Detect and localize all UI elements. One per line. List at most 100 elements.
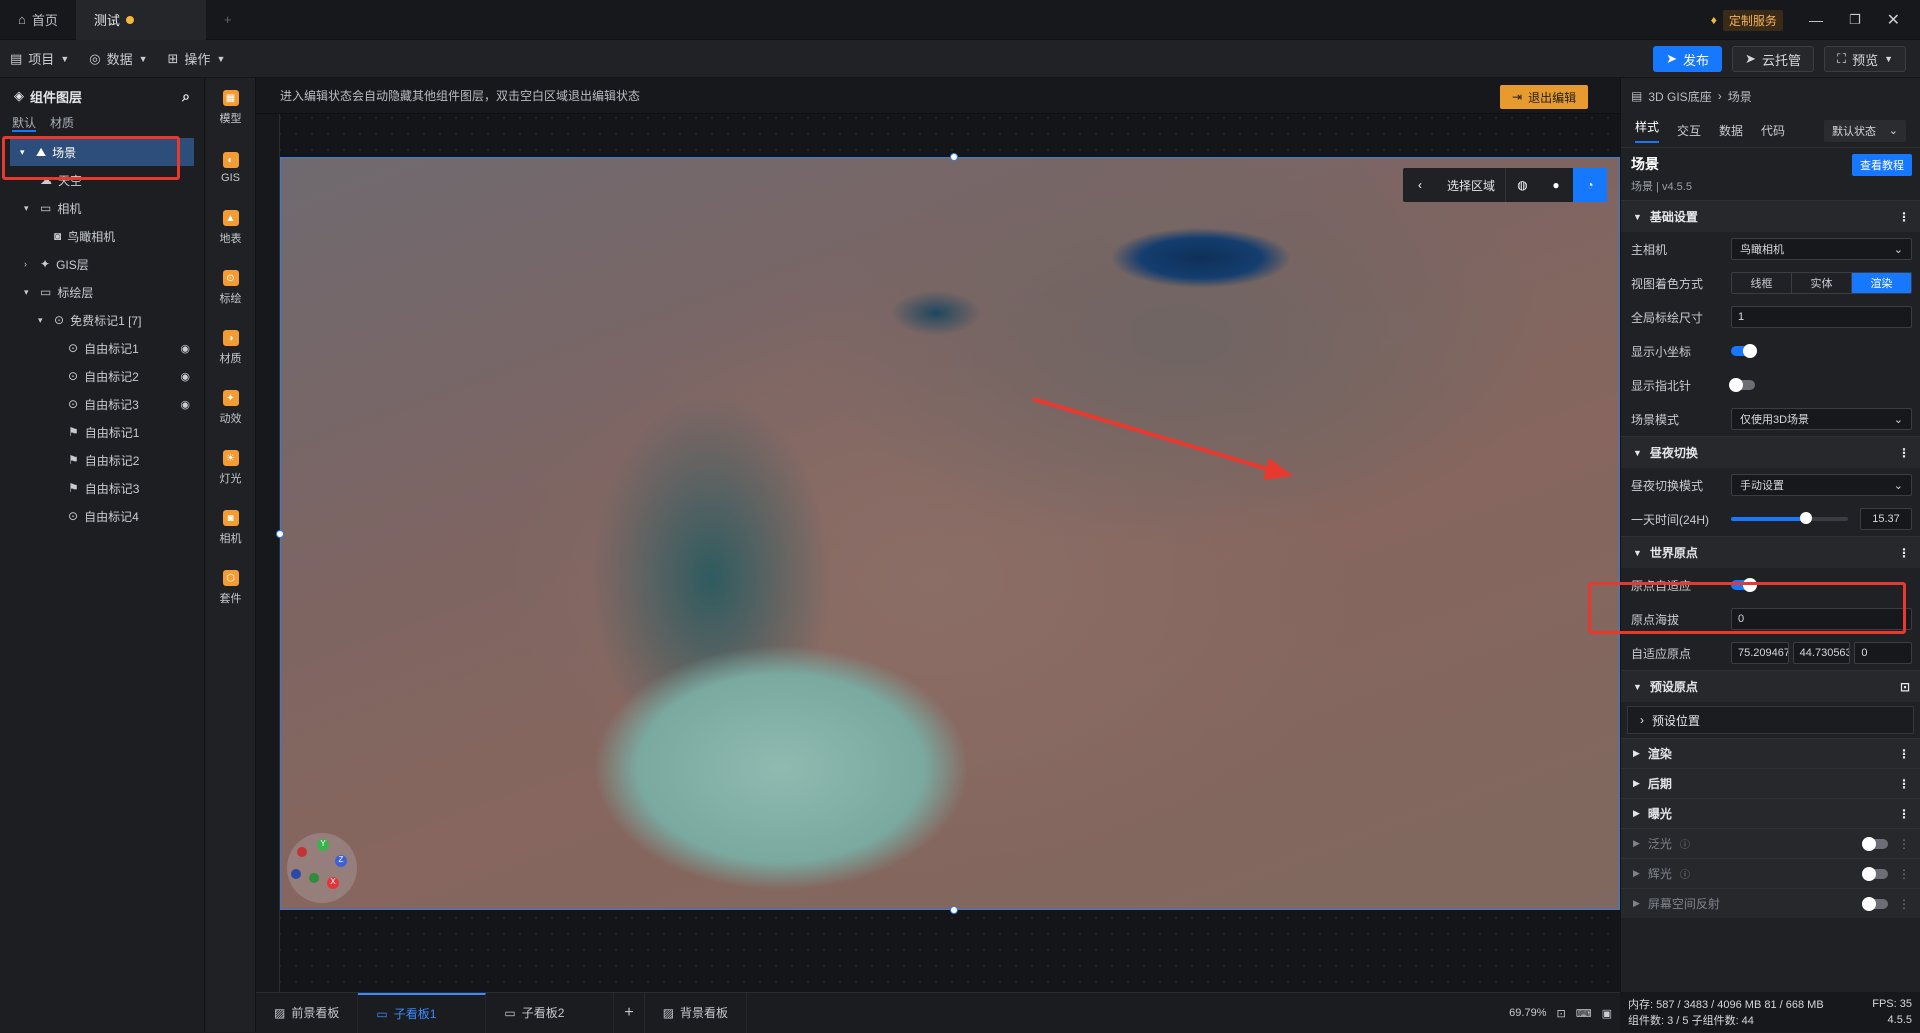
publish-button[interactable]: ➤ 发布 bbox=[1653, 46, 1723, 72]
layer-tab-material[interactable]: 材质 bbox=[50, 114, 74, 138]
layer-tab-default[interactable]: 默认 bbox=[12, 114, 37, 132]
effect-toggle-row[interactable]: ▶ 屏幕空间反射 ⋮ bbox=[1621, 888, 1920, 918]
eye-icon[interactable]: ◉ bbox=[180, 342, 190, 355]
shading-render[interactable]: 渲染 bbox=[1852, 273, 1911, 293]
exit-edit-button[interactable]: ⇥ 退出编辑 bbox=[1500, 85, 1589, 109]
effect-toggle-row[interactable]: ▶ 泛光 ⓘ ⋮ bbox=[1621, 828, 1920, 858]
fit-icon[interactable]: ⊡ bbox=[1556, 1007, 1565, 1020]
tab-code[interactable]: 代码 bbox=[1761, 122, 1785, 139]
tree-item[interactable]: ▾ ⊙ 免费标记1 [7] bbox=[0, 306, 204, 334]
tab-foreground-board[interactable]: ▨ 前景看板 bbox=[256, 992, 359, 1033]
adaptive-origin-alt[interactable]: 0 bbox=[1854, 642, 1913, 664]
tree-item[interactable]: ▾ ▭ 相机 bbox=[0, 194, 204, 222]
collapsed-section[interactable]: ▶ 渲染 ⋮ bbox=[1621, 738, 1920, 768]
tree-item[interactable]: ⊙ 自由标记3 ◉ bbox=[0, 390, 204, 418]
day-time-slider[interactable] bbox=[1731, 512, 1848, 524]
tree-item[interactable]: › ✦ GIS层 bbox=[0, 250, 204, 278]
menu-project[interactable]: ▤ 项目 ▼ bbox=[0, 40, 79, 78]
menu-operation[interactable]: ⊞ 操作 ▼ bbox=[158, 40, 236, 78]
marker-size-input[interactable]: 1 bbox=[1731, 306, 1912, 328]
day-time-slider-knob[interactable] bbox=[1799, 512, 1812, 524]
minimize-icon[interactable]: — bbox=[1809, 12, 1823, 28]
tab-sub-board-2[interactable]: ▭ 子看板2 bbox=[486, 992, 615, 1033]
shading-wireframe[interactable]: 线框 bbox=[1732, 273, 1792, 293]
tree-item[interactable]: ▾ ▭ 标绘层 bbox=[0, 278, 204, 306]
add-board-button[interactable]: + bbox=[614, 992, 645, 1033]
component-button[interactable]: ☀ 灯光 bbox=[206, 438, 255, 498]
day-time-input[interactable]: 15.37 bbox=[1860, 508, 1912, 530]
tree-item[interactable]: ⚑ 自由标记3 bbox=[0, 474, 204, 502]
add-tab-button[interactable]: + bbox=[206, 0, 250, 40]
more-icon[interactable]: ⋮ bbox=[1898, 446, 1910, 460]
preview-button[interactable]: ⛶ 预览 ▼ bbox=[1823, 46, 1906, 72]
more-icon[interactable]: ⋮ bbox=[1898, 747, 1910, 761]
resize-handle-bottom[interactable] bbox=[950, 906, 958, 914]
breadcrumb-parent[interactable]: 3D GIS底座 bbox=[1648, 88, 1711, 105]
restore-icon[interactable]: ❐ bbox=[1849, 12, 1861, 28]
tab-sub-board-1[interactable]: ▭ 子看板1 bbox=[358, 992, 487, 1033]
expand-arrow-icon[interactable]: ▾ bbox=[24, 203, 34, 214]
more-icon[interactable]: ⋮ bbox=[1898, 777, 1910, 791]
tree-item[interactable]: ⊙ 自由标记2 ◉ bbox=[0, 362, 204, 390]
shading-solid[interactable]: 实体 bbox=[1792, 273, 1852, 293]
tree-item[interactable]: ⚑ 自由标记2 bbox=[0, 446, 204, 474]
section-preset-origin[interactable]: ▼ 预设原点 ⊡ bbox=[1621, 670, 1920, 702]
more-icon[interactable]: ⋮ bbox=[1898, 867, 1910, 881]
3d-scene-viewport[interactable]: ‹ 选择区域 ◍ ● ◔ Y Z X bbox=[280, 157, 1620, 910]
more-icon[interactable]: ⋮ bbox=[1898, 546, 1910, 560]
section-basic[interactable]: ▼ 基础设置 ⋮ bbox=[1621, 200, 1920, 232]
component-button[interactable]: ⊙ 标绘 bbox=[206, 258, 255, 318]
section-daynight[interactable]: ▼ 昼夜切换 ⋮ bbox=[1621, 436, 1920, 468]
component-button[interactable]: ◙ 相机 bbox=[206, 498, 255, 558]
tab-background-board[interactable]: ▨ 背景看板 bbox=[645, 992, 748, 1033]
show-compass-toggle[interactable] bbox=[1729, 378, 1755, 392]
adaptive-origin-lon[interactable]: 75.209467 bbox=[1731, 642, 1789, 664]
eye-icon[interactable]: ◉ bbox=[180, 398, 190, 411]
daynight-mode-select[interactable]: 手动设置 ⌄ bbox=[1731, 474, 1912, 496]
custom-service-button[interactable]: ♦ 定制服务 bbox=[1711, 9, 1783, 31]
component-button[interactable]: ▦ 模型 bbox=[206, 78, 255, 138]
collapsed-section[interactable]: ▶ 曝光 ⋮ bbox=[1621, 798, 1920, 828]
tab-style[interactable]: 样式 bbox=[1635, 118, 1660, 143]
expand-arrow-icon[interactable]: ▾ bbox=[38, 315, 48, 326]
scene-mode-select[interactable]: 仅使用3D场景 ⌄ bbox=[1731, 408, 1912, 430]
component-button[interactable]: ▲ 地表 bbox=[206, 198, 255, 258]
tab-data[interactable]: 数据 bbox=[1719, 122, 1743, 139]
search-icon[interactable]: ⌕ bbox=[182, 88, 190, 105]
eye-icon[interactable]: ◉ bbox=[180, 370, 190, 383]
tab-interaction[interactable]: 交互 bbox=[1677, 122, 1701, 139]
effect-toggle[interactable] bbox=[1862, 836, 1888, 851]
state-select[interactable]: 默认状态 ⌄ bbox=[1824, 119, 1906, 142]
main-camera-select[interactable]: 鸟瞰相机 ⌄ bbox=[1731, 238, 1912, 260]
more-icon[interactable]: ⋮ bbox=[1898, 837, 1910, 851]
tree-item[interactable]: ⚑ 自由标记1 bbox=[0, 418, 204, 446]
resize-handle-left[interactable] bbox=[276, 530, 284, 538]
view-tutorial-button[interactable]: 查看教程 bbox=[1852, 154, 1912, 176]
effect-toggle[interactable] bbox=[1862, 896, 1888, 911]
section-world-origin[interactable]: ▼ 世界原点 ⋮ bbox=[1621, 536, 1920, 568]
zoom-level[interactable]: 69.79% bbox=[1509, 1007, 1546, 1019]
expand-arrow-icon[interactable]: ▾ bbox=[24, 287, 34, 298]
preset-position-item[interactable]: › 预设位置 bbox=[1627, 706, 1914, 734]
tree-item[interactable]: ◙ 鸟瞰相机 bbox=[0, 222, 204, 250]
more-icon[interactable]: ⋮ bbox=[1898, 210, 1910, 224]
adaptive-origin-lat[interactable]: 44.730563 bbox=[1792, 642, 1851, 664]
component-button[interactable]: ⬡ 套件 bbox=[206, 558, 255, 618]
close-icon[interactable]: ✕ bbox=[1887, 10, 1900, 30]
more-icon[interactable]: ⋮ bbox=[1898, 897, 1910, 911]
tab-home[interactable]: ⌂ 首页 bbox=[0, 0, 76, 40]
component-button[interactable]: ◐ GIS bbox=[206, 138, 255, 198]
keyboard-icon[interactable]: ⌨ bbox=[1576, 1007, 1592, 1020]
effect-toggle-row[interactable]: ▶ 辉光 ⓘ ⋮ bbox=[1621, 858, 1920, 888]
effect-toggle[interactable] bbox=[1862, 866, 1888, 881]
component-button[interactable]: ✦ 动效 bbox=[206, 378, 255, 438]
expand-arrow-icon[interactable]: › bbox=[24, 259, 34, 269]
component-button[interactable]: ◑ 材质 bbox=[206, 318, 255, 378]
tree-item[interactable]: ⊙ 自由标记4 bbox=[0, 502, 204, 530]
tree-item[interactable]: ⊙ 自由标记1 ◉ bbox=[0, 334, 204, 362]
more-icon[interactable]: ⋮ bbox=[1898, 807, 1910, 821]
show-axes-toggle[interactable] bbox=[1731, 344, 1757, 358]
cloud-hosting-button[interactable]: ➤ 云托管 bbox=[1732, 46, 1814, 72]
collapsed-section[interactable]: ▶ 后期 ⋮ bbox=[1621, 768, 1920, 798]
lock-icon[interactable]: ⊡ bbox=[1900, 680, 1910, 694]
